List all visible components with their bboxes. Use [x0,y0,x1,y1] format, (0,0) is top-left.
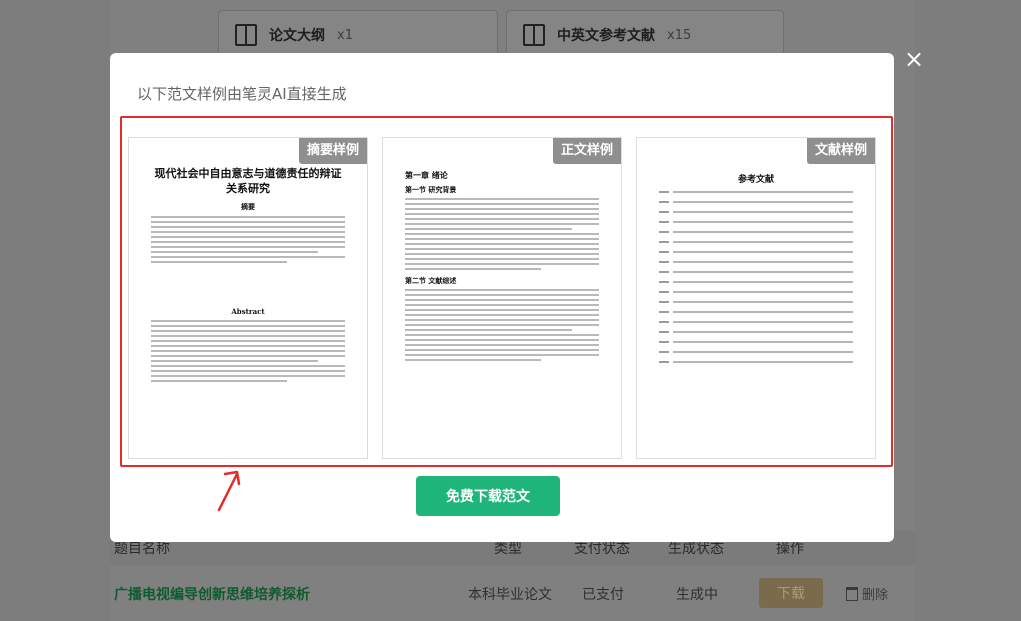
annotation-arrow-icon [217,470,241,512]
sample-badge-references: 文献样例 [806,138,875,164]
book-open-icon [235,24,257,46]
row-gen-status: 生成中 [676,587,718,603]
row-download-button[interactable]: 下载 [759,578,823,608]
abstract-document: 现代社会中自由意志与道德责任的辩证关系研究 摘要 Abstract [129,138,367,458]
feature-references-label: 中英文参考文献 [557,28,655,44]
references-document: 参考文献 [637,138,875,458]
feature-outline-label: 论文大纲 [269,28,325,44]
row-title-link[interactable]: 广播电视编导创新思维培养探析 [114,584,310,604]
sample-card-body[interactable]: 第一章 绪论 第一节 研究背景 第二节 文献综述 正文样例 [382,137,622,459]
free-download-button[interactable]: 免费下载范文 [416,476,560,516]
sample-badge-abstract: 摘要样例 [298,138,367,164]
row-pay-status: 已支付 [582,587,624,603]
abstract-en-heading: Abstract [231,307,265,316]
table-row: 广播电视编导创新思维培养探析 本科毕业论文 已支付 生成中 下载 删除 [110,572,915,616]
sample-card-abstract[interactable]: 现代社会中自由意志与道德责任的辩证关系研究 摘要 Abstract 摘要样例 [128,137,368,459]
row-type: 本科毕业论文 [468,587,552,603]
row-delete-label: 删除 [862,588,889,603]
sample-badge-body: 正文样例 [552,138,621,164]
feature-references-count: x15 [667,27,692,43]
body-section2-heading: 第二节 文献综述 [405,276,457,285]
sample-card-references[interactable]: 参考文献 文献样例 [636,137,876,459]
body-chapter-heading: 第一章 绪论 [405,170,448,180]
edit-document-icon [523,24,545,46]
close-icon[interactable]: × [903,47,925,71]
body-document: 第一章 绪论 第一节 研究背景 第二节 文献综述 [383,138,621,458]
samples-highlight-frame: 现代社会中自由意志与道德责任的辩证关系研究 摘要 Abstract 摘要样例 第… [120,116,893,467]
references-heading: 参考文献 [737,175,774,185]
body-section1-heading: 第一节 研究背景 [405,185,457,194]
row-delete-button[interactable]: 删除 [846,584,888,603]
trash-icon [846,586,858,601]
abstract-cn-heading: 摘要 [241,202,255,211]
modal-title: 以下范文样例由笔灵AI直接生成 [137,85,347,103]
feature-outline-count: x1 [337,27,353,43]
abstract-doc-title: 现代社会中自由意志与道德责任的辩证关系研究 [154,167,342,195]
